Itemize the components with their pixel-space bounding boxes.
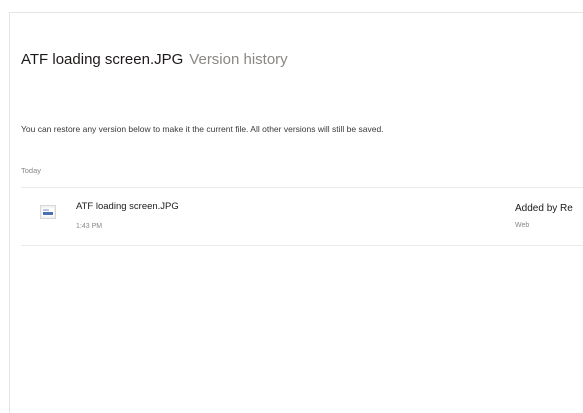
version-history-panel: ATF loading screen.JPG Version history Yo… — [9, 12, 583, 413]
version-source: Web — [515, 222, 530, 229]
version-history-subtitle: Version history — [189, 51, 288, 68]
restore-info-text: You can restore any version below to mak… — [21, 124, 384, 134]
page-title: ATF loading screen.JPG Version history — [21, 51, 288, 69]
version-file-name[interactable]: ATF loading screen.JPG — [76, 201, 179, 212]
version-row[interactable]: ATF loading screen.JPG 1:43 PM Added by … — [21, 187, 583, 245]
divider — [21, 245, 583, 246]
section-label-today: Today — [21, 166, 42, 175]
version-time: 1:43 PM — [76, 223, 103, 230]
file-title: ATF loading screen.JPG — [21, 51, 184, 68]
image-file-icon — [40, 205, 56, 219]
version-added-by: Added by Re — [515, 203, 573, 214]
